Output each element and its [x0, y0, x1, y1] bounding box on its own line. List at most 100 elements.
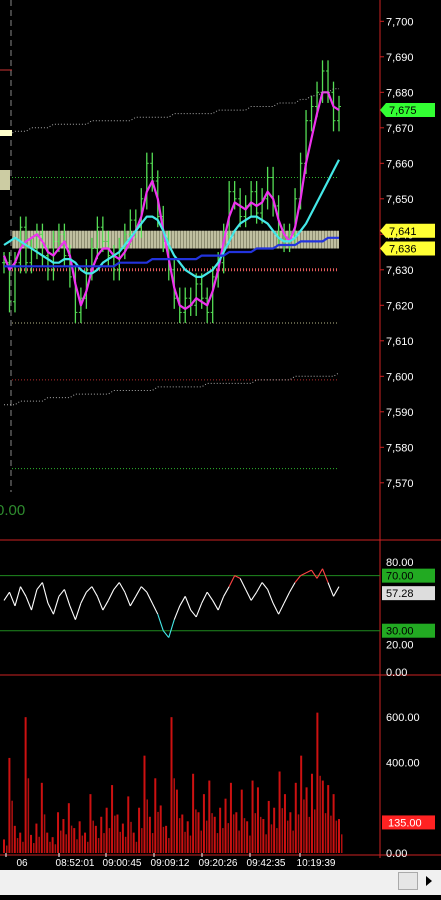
volume-bar — [200, 830, 203, 853]
volume-axis-label: 400.00 — [386, 757, 420, 769]
price-axis-label: 7,700 — [386, 16, 414, 28]
volume-bar — [292, 830, 294, 853]
time-axis-label: 06 — [16, 858, 28, 869]
volume-bar — [330, 815, 332, 853]
volume-bar — [181, 814, 184, 853]
volume-bar — [24, 717, 27, 853]
volume-bar — [235, 812, 238, 853]
price-axis-label: 7,630 — [386, 265, 414, 277]
time-axis-label: 09:00:45 — [103, 858, 142, 869]
volume-bar — [186, 821, 189, 853]
volume-bar — [127, 796, 130, 853]
volume-bar — [168, 838, 170, 853]
oscillator-label-text: 70.00 — [386, 571, 414, 583]
volume-bar — [154, 778, 157, 853]
volume-bar — [92, 820, 94, 853]
volume-bar — [319, 775, 321, 853]
volume-bar — [78, 821, 81, 853]
volume-bar — [8, 757, 11, 853]
volume-bar — [54, 844, 57, 853]
volume-bar — [283, 794, 286, 853]
volume-bar — [159, 805, 162, 853]
volume-bar — [124, 836, 127, 853]
volume-bar — [308, 816, 311, 853]
volume-bar — [324, 813, 327, 853]
volume-bar — [211, 813, 213, 853]
chart-background — [0, 0, 441, 870]
time-axis-label: 09:42:35 — [247, 858, 286, 869]
volume-bar — [22, 841, 24, 853]
volume-bar — [70, 825, 73, 853]
volume-axis-label: 0.00 — [386, 848, 407, 860]
volume-bar — [81, 835, 84, 853]
volume-bar — [157, 811, 159, 853]
volume-bar — [224, 798, 227, 853]
volume-bar — [240, 789, 243, 853]
volume-bar — [259, 816, 262, 853]
price-axis-label: 7,680 — [386, 87, 414, 99]
scrollbar-thumb[interactable] — [398, 872, 418, 890]
volume-bar — [316, 712, 319, 853]
volume-bar — [341, 834, 343, 853]
volume-bar — [270, 824, 273, 853]
volume-bar — [173, 778, 175, 853]
volume-bar — [243, 818, 246, 853]
volume-bar — [297, 814, 300, 853]
volume-bar — [13, 825, 16, 853]
oscillator-axis-label: 0.00 — [386, 667, 407, 679]
time-axis-label: 10:19:39 — [297, 858, 336, 869]
volume-bar — [192, 773, 195, 853]
chart-canvas: 0.00 7,7007,6907,6807,6707,6607,6507,640… — [0, 0, 441, 870]
volume-bar — [300, 755, 303, 853]
volume-bar — [16, 838, 19, 853]
volume-bar — [202, 794, 205, 853]
scroll-right-arrow-icon[interactable] — [420, 872, 438, 890]
volume-bar — [213, 816, 216, 853]
volume-bar — [219, 807, 222, 853]
volume-bar — [216, 833, 219, 853]
volume-bar — [38, 836, 40, 853]
volume-bar — [114, 815, 116, 853]
volume-bar — [321, 780, 324, 853]
volume-bar — [227, 823, 230, 853]
volume-bar — [189, 835, 192, 853]
volume-bar — [143, 755, 146, 853]
volume-bar — [232, 814, 235, 853]
volume-bar — [30, 834, 33, 853]
volume-bar — [197, 812, 200, 853]
volume-bar — [208, 780, 211, 853]
volume-label-text: 135.00 — [388, 817, 422, 829]
horizontal-scrollbar[interactable] — [0, 870, 441, 895]
volume-bar — [65, 834, 67, 853]
volume-bar — [335, 820, 338, 853]
volume-bar — [94, 825, 97, 853]
volume-bar — [265, 834, 267, 853]
volume-axis-label: 600.00 — [386, 712, 420, 724]
oscillator-axis-label: 80.00 — [386, 557, 414, 569]
volume-bar — [162, 826, 165, 853]
volume-bar — [175, 789, 178, 853]
volume-bar — [165, 825, 168, 853]
time-axis-label: 08:52:01 — [56, 858, 95, 869]
volume-bar — [97, 838, 100, 853]
volume-bar — [43, 814, 46, 853]
volume-bar — [281, 808, 284, 853]
volume-bar — [327, 785, 330, 853]
price-label-text: 7,641 — [389, 226, 417, 238]
volume-bar — [49, 841, 51, 853]
time-axis-label: 09:09:12 — [151, 858, 190, 869]
volume-bar — [62, 819, 65, 853]
volume-bar — [251, 780, 254, 853]
volume-bar — [138, 807, 141, 853]
volume-bar — [130, 821, 132, 853]
volume-bar — [111, 785, 114, 853]
volume-bar — [27, 778, 30, 853]
partial-marker — [0, 170, 10, 190]
volume-bar — [170, 717, 173, 853]
volume-bar — [222, 828, 224, 853]
partial-marker — [0, 130, 12, 136]
volume-bar — [87, 841, 89, 853]
volume-bar — [33, 843, 35, 853]
volume-bar — [305, 787, 308, 853]
chart-background-fill — [0, 0, 441, 870]
